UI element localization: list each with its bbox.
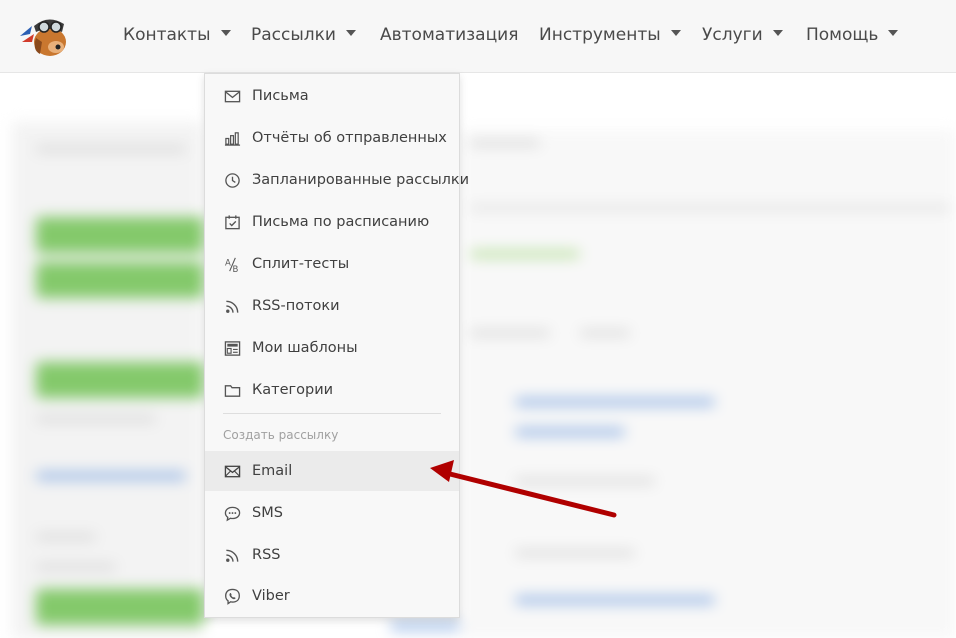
viber-icon [223, 587, 241, 605]
menu-item-label: Сплит-тесты [252, 256, 350, 272]
svg-text:B: B [232, 265, 238, 273]
blurred-link [515, 398, 715, 406]
menu-item-label: RSS [252, 547, 281, 563]
nav-mailings-label: Рассылки [251, 25, 336, 45]
blurred-background [0, 74, 956, 638]
blurred-green-button [36, 362, 204, 398]
blurred-link [390, 622, 460, 630]
menu-item-split-tests[interactable]: AB Сплит-тесты [205, 244, 459, 284]
blurred-line [36, 534, 96, 540]
blurred-line [515, 550, 635, 556]
menu-item-label: Категории [252, 382, 334, 398]
menu-item-create-sms[interactable]: SMS [205, 493, 459, 533]
blurred-line [36, 416, 156, 422]
blurred-line [580, 330, 630, 336]
nav-contacts-label: Контакты [123, 25, 211, 45]
menu-item-create-viber[interactable]: Viber [205, 576, 459, 616]
blurred-link [515, 428, 625, 436]
menu-item-sent-reports[interactable]: Отчёты об отправленных [205, 118, 459, 158]
menu-item-label: Письма по расписанию [252, 214, 430, 230]
blurred-line [515, 478, 655, 484]
folder-icon [223, 381, 241, 399]
menu-item-create-email[interactable]: Email [205, 451, 459, 491]
envelope-icon [223, 87, 241, 105]
menu-divider [223, 413, 441, 414]
caret-down-icon [772, 30, 783, 36]
menu-item-letters[interactable]: Письма [205, 76, 459, 116]
menu-item-create-rss[interactable]: RSS [205, 535, 459, 575]
caret-down-icon [888, 30, 899, 36]
blurred-line [470, 140, 540, 146]
calendar-check-icon [223, 213, 241, 231]
nav-help[interactable]: Помощь [806, 0, 899, 70]
menu-item-label: SMS [252, 505, 283, 521]
template-icon [223, 339, 241, 357]
create-mailing-header: Создать рассылку [223, 428, 339, 442]
rss-icon [223, 546, 241, 564]
menu-item-my-templates[interactable]: Мои шаблоны [205, 328, 459, 368]
envelope-icon [223, 462, 241, 480]
menu-item-label: Письма [252, 88, 309, 104]
menu-item-label: Email [252, 463, 293, 479]
nav-automation[interactable]: Автоматизация [380, 0, 518, 70]
blurred-green-button [36, 217, 204, 253]
menu-item-label: Отчёты об отправленных [252, 130, 447, 146]
blurred-line [470, 206, 950, 210]
ab-test-icon: AB [223, 255, 241, 273]
blurred-green-button [36, 589, 204, 625]
menu-item-scheduled-mailings[interactable]: Запланированные рассылки [205, 160, 469, 200]
mailings-dropdown-menu: Письма Отчёты об отправленных Запланиров… [204, 73, 469, 618]
menu-item-label: Viber [252, 588, 290, 604]
nav-services-label: Услуги [702, 25, 763, 45]
nav-help-label: Помощь [806, 25, 879, 45]
nav-tools[interactable]: Инструменты [539, 0, 681, 70]
menu-item-categories[interactable]: Категории [205, 370, 459, 410]
blurred-line [470, 330, 550, 336]
blurred-green-button [36, 262, 204, 298]
menu-item-label: RSS-потоки [252, 298, 340, 314]
blurred-link [515, 596, 715, 604]
menu-item-label: Мои шаблоны [252, 340, 358, 356]
menu-item-label: Запланированные рассылки [252, 172, 470, 188]
blurred-link [36, 472, 186, 480]
rss-icon [223, 297, 241, 315]
sms-bubble-icon [223, 504, 241, 522]
nav-services[interactable]: Услуги [702, 0, 783, 70]
nav-tools-label: Инструменты [539, 25, 661, 45]
clock-icon [223, 171, 241, 189]
blurred-line [36, 146, 186, 152]
svg-text:A: A [224, 258, 230, 268]
nav-contacts[interactable]: Контакты [123, 0, 231, 70]
caret-down-icon [670, 30, 681, 36]
blurred-line [36, 564, 116, 570]
menu-item-schedule-letters[interactable]: Письма по расписанию [205, 202, 459, 242]
menu-item-rss-feeds[interactable]: RSS-потоки [205, 286, 459, 326]
bar-chart-icon [223, 129, 241, 147]
nav-automation-label: Автоматизация [380, 25, 519, 45]
caret-down-icon [345, 30, 356, 36]
nav-mailings[interactable]: Рассылки [251, 0, 356, 70]
logo-icon[interactable] [18, 12, 70, 58]
top-navbar: Контакты Рассылки Автоматизация Инструме… [0, 0, 956, 73]
blurred-line [470, 250, 580, 258]
caret-down-icon [220, 30, 231, 36]
